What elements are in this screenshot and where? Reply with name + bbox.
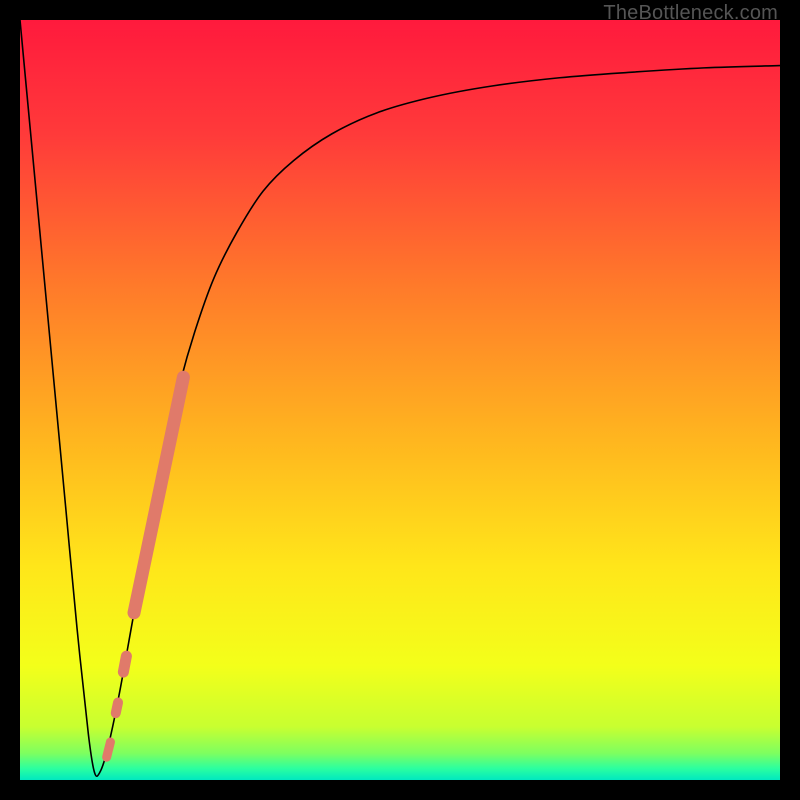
chart-frame: TheBottleneck.com: [0, 0, 800, 800]
highlight-dot-3: [107, 742, 111, 757]
highlight-dot-2: [116, 702, 118, 713]
plot-svg: [20, 20, 780, 780]
highlight-dot-1: [123, 656, 126, 672]
watermark-text: TheBottleneck.com: [603, 2, 778, 25]
gradient-background: [20, 20, 780, 780]
plot-area: [20, 20, 780, 780]
